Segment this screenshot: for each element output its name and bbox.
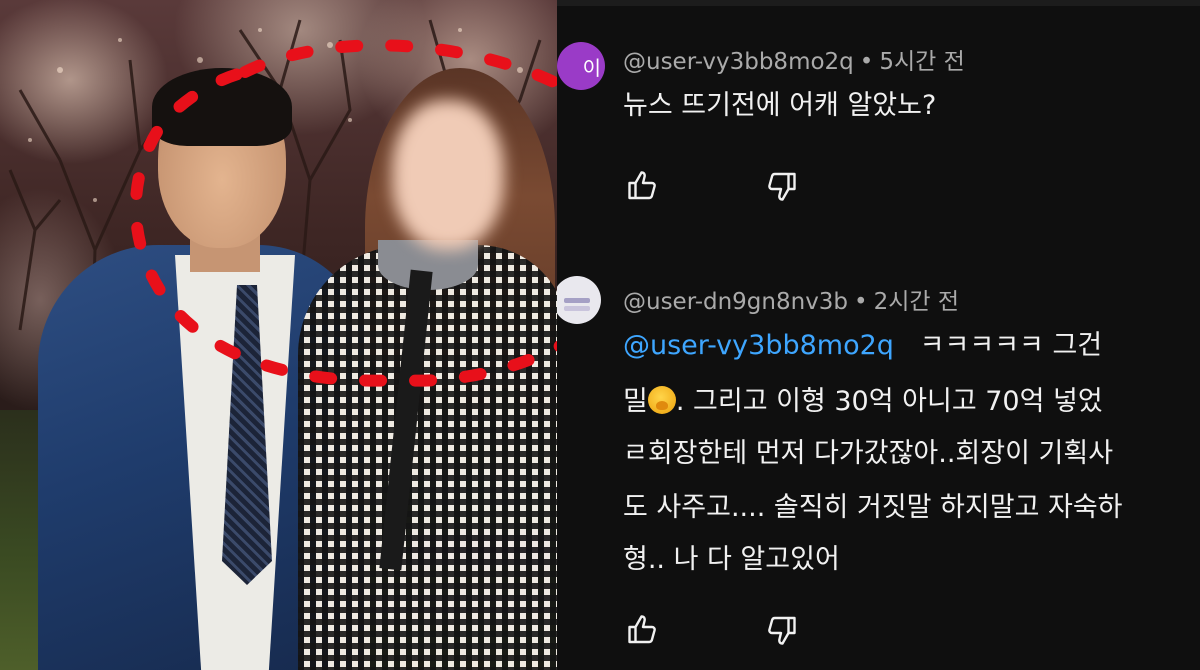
- comment-text-line: ㄹ회장한테 먼저 다가갔잖아..회장이 기획사: [623, 438, 1114, 469]
- comment-author[interactable]: @user-dn9gn8nv3b: [623, 289, 848, 315]
- thumbs-up-icon[interactable]: [625, 612, 661, 648]
- avatar-initial: 이: [582, 55, 601, 80]
- mention-link[interactable]: @user-vy3bb8mo2q: [623, 330, 894, 361]
- couple-photo: [0, 0, 557, 670]
- comment-meta: @user-vy3bb8mo2q • 5시간 전: [623, 42, 965, 76]
- avatar[interactable]: [557, 276, 601, 324]
- comment-text-line: 밀 . 그리고 이형 30억 아니고 70억 넣었: [623, 386, 1103, 415]
- meta-separator: •: [859, 49, 874, 75]
- top-divider: [557, 0, 1200, 6]
- comment-text-line: 도 사주고.... 솔직히 거짓말 하지말고 자숙하: [623, 492, 1123, 523]
- comment-text-fragment: . 그리고 이형 30억 아니고 70억 넣었: [675, 386, 1103, 417]
- avatar[interactable]: 이: [557, 42, 605, 90]
- comment-section: 이 @user-vy3bb8mo2q • 5시간 전 뉴스 뜨기전에 어캐 알았노?…: [557, 0, 1200, 670]
- meta-separator: •: [854, 289, 868, 315]
- comment-time[interactable]: 2시간 전: [874, 289, 959, 315]
- avatar-image: [564, 297, 590, 303]
- shushing-face-emoji: [647, 386, 676, 414]
- comment-text-line: @user-vy3bb8mo2q ㅋㅋㅋㅋㅋ 그건: [623, 332, 1102, 359]
- comment-time[interactable]: 5시간 전: [879, 49, 964, 75]
- comment-author[interactable]: @user-vy3bb8mo2q: [623, 49, 854, 75]
- thumbs-up-icon[interactable]: [625, 168, 661, 204]
- thumbs-down-icon[interactable]: [763, 168, 799, 204]
- comment-text-fragment: ㅋㅋㅋㅋㅋ 그건: [919, 330, 1103, 361]
- red-dashed-circle-annotation: [129, 39, 557, 387]
- comment-meta: @user-dn9gn8nv3b • 2시간 전: [623, 282, 959, 316]
- comment-text: 뉴스 뜨기전에 어캐 알았노?: [623, 90, 937, 121]
- comment-text-line: 형.. 나 다 알고있어: [623, 544, 840, 575]
- comment-text-fragment: 밀: [623, 386, 648, 417]
- thumbs-down-icon[interactable]: [763, 612, 799, 648]
